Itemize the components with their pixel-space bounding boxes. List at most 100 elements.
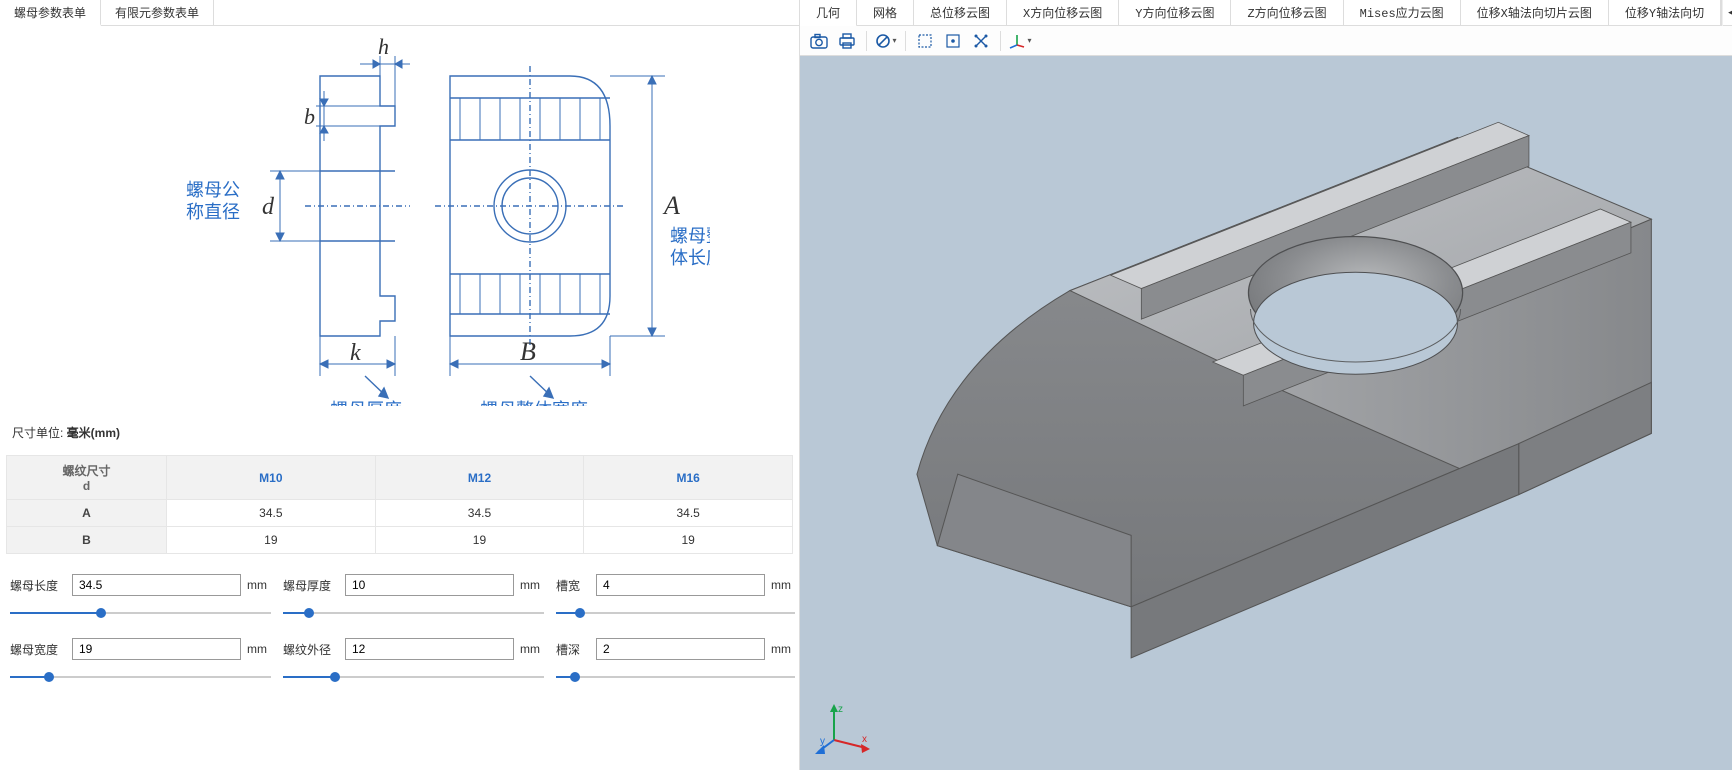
param-thickness: 螺母厚度 mm [283,574,544,620]
fit-view-button[interactable]: ▾ [873,29,899,53]
axes-icon [1008,33,1026,49]
unit: mm [771,578,795,592]
tab-label: 有限元参数表单 [115,4,199,21]
diagram-area: d k h [0,26,799,416]
svg-text:y: y [820,736,825,747]
param-label: 螺母长度 [10,577,66,594]
chevron-down-icon: ▾ [1027,36,1031,45]
tab-mises[interactable]: Mises应力云图 [1344,0,1461,26]
viewport-3d[interactable]: z x y [800,56,1732,770]
table-corner-l2: d [15,479,158,493]
axis-triad: z x y [814,700,874,756]
left-panel: 螺母参数表单 有限元参数表单 [0,0,800,770]
dim-B: B [520,337,536,366]
param-label: 螺纹外径 [283,641,339,658]
table-corner-l1: 螺纹尺寸 [15,462,158,479]
tab-slice-y[interactable]: 位移Y轴法向切 [1609,0,1721,26]
cross-select-icon [973,33,989,49]
tab-total-disp[interactable]: 总位移云图 [914,0,1007,26]
toolbar-separator [1000,31,1001,51]
slot-width-slider[interactable] [556,606,795,620]
param-grid: 螺母长度 mm 螺母厚度 mm [0,560,799,688]
param-label: 槽深 [556,641,590,658]
dim-A: A [662,191,680,220]
width-slider[interactable] [10,670,271,684]
param-label: 螺母宽度 [10,641,66,658]
toolbar-separator [905,31,906,51]
table-row: A 34.5 34.5 34.5 [7,500,793,527]
printer-icon [838,33,856,49]
model-view [800,56,1732,770]
table-col: M10 [167,456,376,500]
dim-b: b [304,104,315,129]
dim-k: k [350,340,361,366]
tab-y-disp[interactable]: Y方向位移云图 [1119,0,1231,26]
dim-h: h [378,36,389,59]
slot-depth-slider[interactable] [556,670,795,684]
thread-od-slider[interactable] [283,670,544,684]
unit: mm [247,578,271,592]
unit-value: 毫米(mm) [67,426,120,440]
table-cell: 19 [584,527,793,554]
camera-icon [810,33,828,49]
table-col: M16 [584,456,793,500]
table-cell: 34.5 [167,500,376,527]
width-input[interactable] [72,638,241,660]
axes-button[interactable]: ▾ [1007,29,1033,53]
tab-fea-params[interactable]: 有限元参数表单 [101,0,214,25]
length-input[interactable] [72,574,241,596]
label-length-l2: 体长度 [670,248,710,268]
label-diameter-l2: 称直径 [186,202,240,222]
table-col: M12 [375,456,584,500]
thickness-slider[interactable] [283,606,544,620]
box-select-icon [917,33,933,49]
screenshot-button[interactable] [806,29,832,53]
box-select-button[interactable] [912,29,938,53]
chevron-left-icon: ◀ [1728,7,1732,18]
nut-diagram: d k h [90,36,710,406]
thickness-input[interactable] [345,574,514,596]
table-cell: 34.5 [375,500,584,527]
svg-text:z: z [838,704,843,715]
unit-note: 尺寸单位: 毫米(mm) [0,416,799,449]
thread-od-input[interactable] [345,638,514,660]
tab-nav-left[interactable]: ◀ [1722,0,1732,26]
tab-label: 螺母参数表单 [14,4,86,21]
param-thread-od: 螺纹外径 mm [283,638,544,684]
label-diameter-l1: 螺母公 [186,180,240,200]
tab-mesh[interactable]: 网格 [857,0,914,26]
tab-geometry[interactable]: 几何 [800,0,857,26]
length-slider[interactable] [10,606,271,620]
tab-x-disp[interactable]: X方向位移云图 [1007,0,1119,26]
no-sign-icon [875,33,891,49]
label-thickness: 螺母厚度 [330,400,402,406]
right-panel: 几何 网格 总位移云图 X方向位移云图 Y方向位移云图 Z方向位移云图 Mise… [800,0,1732,770]
label-width: 螺母整体宽度 [480,400,588,406]
table-cell: 19 [375,527,584,554]
toolbar-separator [866,31,867,51]
unit: mm [771,642,795,656]
slot-depth-input[interactable] [596,638,765,660]
param-slot-width: 槽宽 mm [556,574,795,620]
svg-text:x: x [862,734,867,745]
param-label: 槽宽 [556,577,590,594]
center-select-icon [945,33,961,49]
print-button[interactable] [834,29,860,53]
right-tabs: 几何 网格 总位移云图 X方向位移云图 Y方向位移云图 Z方向位移云图 Mise… [800,0,1732,26]
param-label: 螺母厚度 [283,577,339,594]
tab-nav-arrows: ◀ ▶ [1721,0,1732,26]
dim-d: d [262,194,275,220]
table-row: B 19 19 19 [7,527,793,554]
param-length: 螺母长度 mm [10,574,271,620]
tab-nut-params[interactable]: 螺母参数表单 [0,0,101,26]
cross-select-button[interactable] [968,29,994,53]
label-length-l1: 螺母整 [670,226,710,246]
center-select-button[interactable] [940,29,966,53]
slot-width-input[interactable] [596,574,765,596]
table-cell: 34.5 [584,500,793,527]
param-slot-depth: 槽深 mm [556,638,795,684]
unit: mm [247,642,271,656]
tab-slice-x[interactable]: 位移X轴法向切片云图 [1461,0,1609,26]
tab-z-disp[interactable]: Z方向位移云图 [1231,0,1343,26]
left-tabs: 螺母参数表单 有限元参数表单 [0,0,799,26]
